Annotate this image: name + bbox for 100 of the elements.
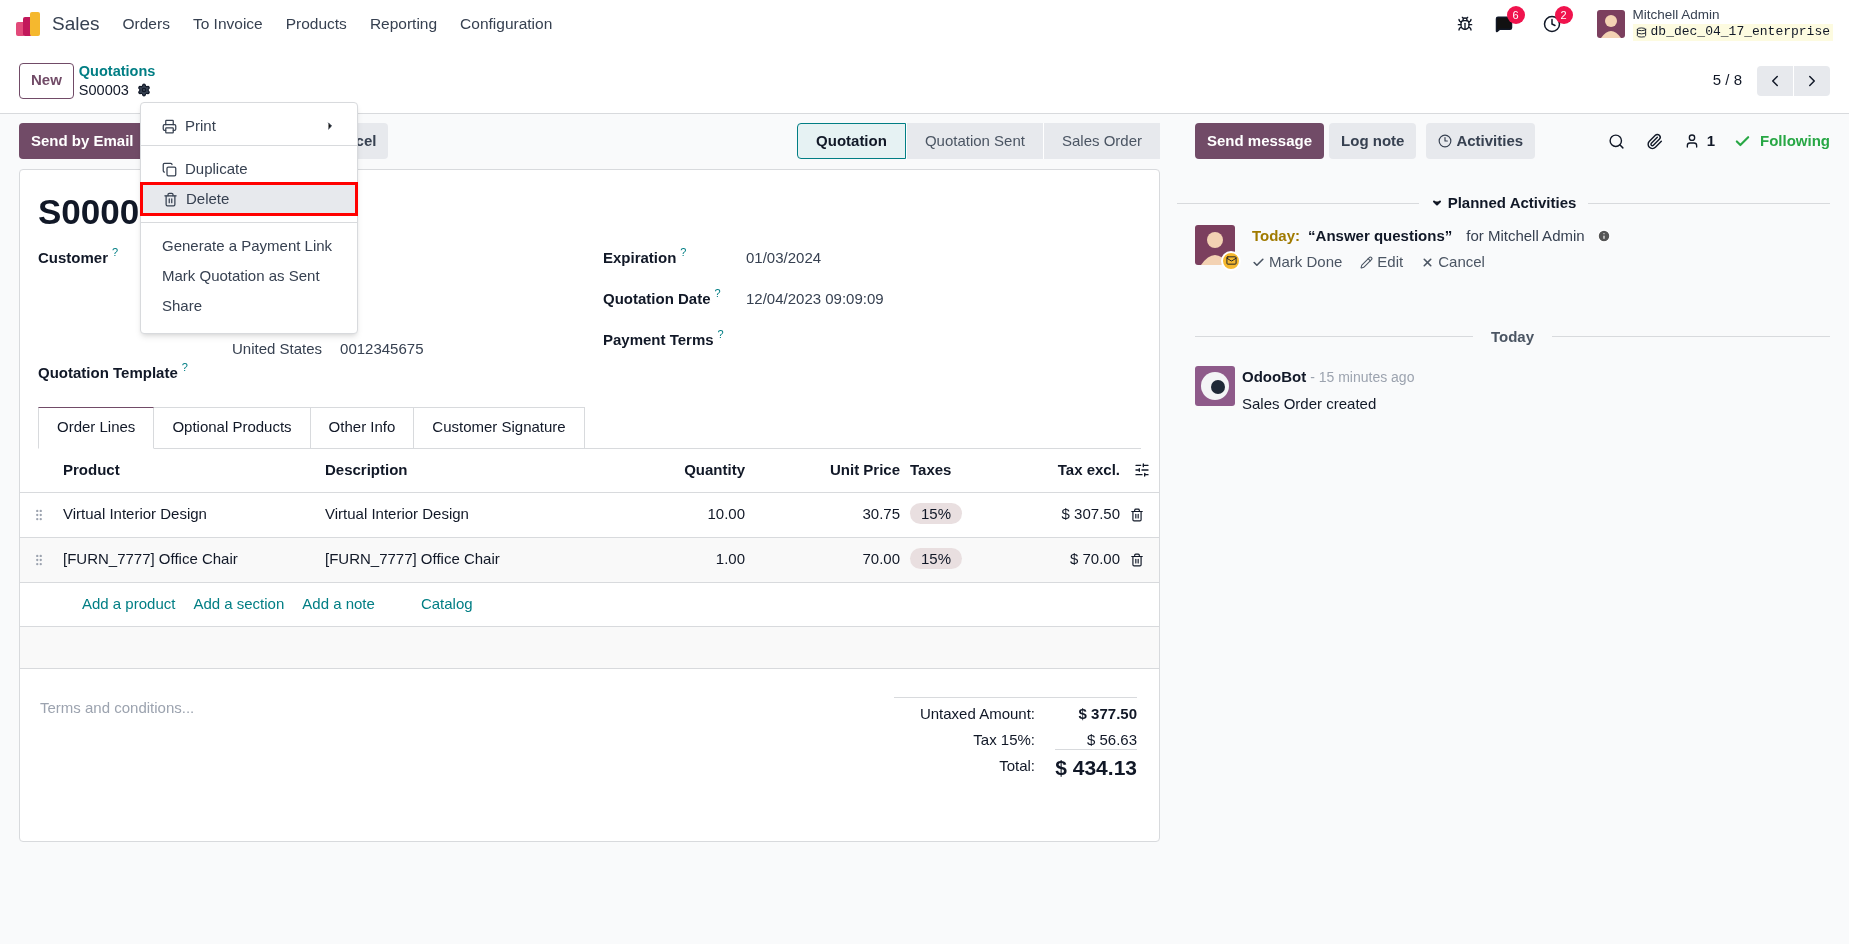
field-label: Quotation Date <box>603 289 711 309</box>
column-header[interactable]: Tax excl. <box>990 458 1120 482</box>
user-avatar <box>1195 224 1235 265</box>
column-header[interactable]: Taxes <box>910 458 990 482</box>
printer-icon <box>162 118 177 134</box>
activity-due: Today: <box>1252 225 1301 246</box>
table-cell-text: [FURN_7777] Office Chair <box>63 549 239 570</box>
activity-action-link[interactable]: Mark Done <box>1252 251 1343 274</box>
table-cell-text: $ 307.50 <box>1060 504 1120 525</box>
check-icon <box>1252 255 1265 269</box>
nav-menu-item[interactable]: Reporting <box>369 12 438 36</box>
notebook-tab[interactable]: Customer Signature <box>414 406 585 449</box>
message-count-badge: 6 <box>1506 6 1525 24</box>
column-header[interactable]: Quantity <box>525 458 745 482</box>
table-cell-text: 10.00 <box>706 504 745 525</box>
column-header[interactable]: Description <box>325 458 525 482</box>
settings-icon[interactable] <box>136 82 151 97</box>
menu-item[interactable]: Delete <box>142 184 356 214</box>
database-name: db_dec_04_17_enterprise <box>1650 24 1830 41</box>
nav-menu-item[interactable]: Orders <box>122 12 170 36</box>
chatter-button[interactable]: Send message <box>1195 123 1325 159</box>
field-label: Expiration <box>603 248 677 268</box>
trash-icon[interactable] <box>1130 552 1144 567</box>
table-cell-text: 30.75 <box>861 504 900 525</box>
field-value[interactable]: 01/03/2024 <box>746 247 822 270</box>
database-icon <box>1635 26 1647 38</box>
add-line-link[interactable]: Add a note <box>302 592 375 616</box>
nav-menu-item[interactable]: Products <box>285 12 347 36</box>
tax-tag: 15% <box>910 503 963 525</box>
user-avatar[interactable] <box>1596 10 1625 38</box>
copy-icon <box>162 161 177 177</box>
record-name: S00003 <box>78 80 129 99</box>
message-author[interactable]: OdooBot <box>1242 366 1307 389</box>
clock-icon[interactable] <box>1542 15 1561 33</box>
planned-activities-toggle[interactable]: Planned Activities <box>1418 192 1589 215</box>
info-icon[interactable] <box>1596 228 1611 243</box>
table-cell-text: Virtual Interior Design <box>63 504 208 525</box>
address-line: United States <box>232 338 323 359</box>
table-cell-text: Virtual Interior Design <box>325 504 470 525</box>
total-value: $ 377.50 <box>1077 704 1137 725</box>
bug-icon[interactable] <box>1456 16 1473 32</box>
add-line-link[interactable]: Catalog <box>420 592 473 616</box>
table-cell-text: 70.00 <box>861 549 900 570</box>
notebook-tab[interactable]: Optional Products <box>154 406 311 449</box>
column-header[interactable]: Unit Price <box>745 458 900 482</box>
total-value: $ 434.13 <box>1055 749 1137 784</box>
total-label: Untaxed Amount: <box>919 704 1035 725</box>
app-logo-icon[interactable] <box>16 12 42 36</box>
day-separator: Today <box>1489 326 1536 347</box>
chatter-button[interactable]: Log note <box>1329 123 1417 159</box>
trash-icon[interactable] <box>1130 507 1144 522</box>
activity-summary: “Answer questions” <box>1308 225 1453 246</box>
chat-icon[interactable] <box>1494 15 1513 33</box>
activity-action-link[interactable]: Edit <box>1360 251 1404 274</box>
field-label: Quotation Template <box>38 363 178 383</box>
total-label: Total: <box>999 756 1035 777</box>
user-name[interactable]: Mitchell Admin <box>1632 7 1833 25</box>
new-button[interactable]: New <box>19 62 74 99</box>
notebook-tab[interactable]: Other Info <box>310 406 415 449</box>
status-stage[interactable]: Quotation <box>797 123 906 159</box>
app-name[interactable]: Sales <box>52 9 100 39</box>
status-stage[interactable]: Sales Order <box>1042 123 1160 159</box>
breadcrumb-link[interactable]: Quotations <box>78 62 156 81</box>
add-line-link[interactable]: Add a product <box>82 592 176 616</box>
table-cell-text: [FURN_7777] Office Chair <box>325 549 501 570</box>
paperclip-icon[interactable] <box>1645 132 1663 150</box>
nav-menu-item[interactable]: To Invoice <box>192 12 263 36</box>
mail-icon <box>1225 255 1237 266</box>
field-label: Payment Terms <box>603 330 714 350</box>
table-cell-text: 1.00 <box>714 549 745 570</box>
field-value[interactable]: 12/04/2023 09:09:09 <box>746 288 884 311</box>
nav-menu-item[interactable]: Configuration <box>460 12 553 36</box>
activity-action-link[interactable]: Cancel <box>1421 251 1485 274</box>
total-value: $ 56.63 <box>1085 730 1137 751</box>
help-tooltip-icon[interactable]: ? <box>714 288 721 299</box>
menu-item[interactable]: Share <box>141 291 357 321</box>
follower-count[interactable]: 1 <box>1706 129 1715 153</box>
menu-item[interactable]: Mark Quotation as Sent <box>141 261 357 291</box>
status-stage[interactable]: Quotation Sent <box>905 123 1043 159</box>
help-tooltip-icon[interactable]: ? <box>717 329 724 340</box>
add-line-link[interactable]: Add a section <box>193 592 285 616</box>
table-cell-text: $ 70.00 <box>1068 549 1120 570</box>
help-tooltip-icon[interactable]: ? <box>112 247 119 258</box>
message-body: Sales Order created <box>1242 393 1378 414</box>
notebook-tab[interactable]: Order Lines <box>38 406 155 449</box>
trash-icon <box>163 191 178 207</box>
help-tooltip-icon[interactable]: ? <box>181 362 188 373</box>
address-line: 0012345675 <box>340 338 424 359</box>
optional-columns-icon[interactable] <box>1134 462 1150 478</box>
bot-avatar <box>1195 366 1235 406</box>
activity-assignee: for Mitchell Admin <box>1466 225 1585 246</box>
record-title: S0000 <box>38 194 140 229</box>
chatter-button[interactable]: Activities <box>1426 123 1536 159</box>
column-header[interactable]: Product <box>63 458 325 482</box>
help-tooltip-icon[interactable]: ? <box>680 247 687 258</box>
activity-count-badge: 2 <box>1554 6 1573 24</box>
search-icon[interactable] <box>1607 132 1625 150</box>
pager-value[interactable]: 5 / 8 <box>1712 69 1742 92</box>
menu-item[interactable]: Generate a Payment Link <box>141 231 357 261</box>
pencil-icon <box>1360 255 1374 269</box>
